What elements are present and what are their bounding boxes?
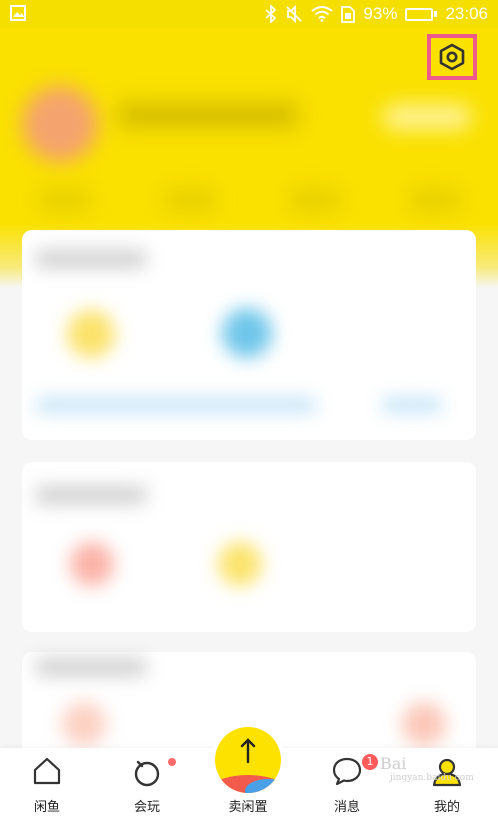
tab-play[interactable]: 会玩 (112, 748, 182, 817)
settings-button[interactable] (427, 34, 477, 80)
tab-profile-label: 我的 (433, 800, 460, 815)
tab-messages-label: 消息 (333, 800, 360, 815)
battery-icon (405, 7, 438, 21)
avatar (22, 86, 98, 162)
status-bar: 93% 23:06 (0, 0, 498, 28)
sell-button[interactable] (215, 727, 281, 793)
wifi-icon (311, 6, 334, 22)
tab-play-label: 会玩 (133, 800, 160, 815)
tab-profile[interactable]: 我的 (412, 748, 482, 817)
sell-plus-icon (237, 737, 259, 769)
clock: 23:06 (445, 4, 488, 23)
battery-percent: 93% (363, 4, 398, 23)
chat-icon (331, 756, 363, 790)
profile-icon (431, 756, 463, 792)
sim-icon (341, 5, 356, 23)
content-card (22, 462, 476, 632)
gallery-notification-icon (10, 5, 26, 26)
blurred-content (0, 200, 498, 762)
header-button-placeholder (382, 104, 472, 130)
home-icon (32, 756, 62, 790)
message-badge: 1 (362, 754, 378, 770)
username-placeholder (118, 102, 298, 128)
notification-dot (168, 758, 176, 766)
tab-sell-label: 卖闲置 (228, 800, 268, 815)
content-card (22, 230, 476, 440)
bluetooth-icon (265, 5, 277, 23)
tab-home[interactable]: 闲鱼 (12, 748, 82, 817)
mute-icon (285, 5, 303, 23)
tab-home-label: 闲鱼 (33, 800, 60, 815)
tab-messages[interactable]: 1 消息 (312, 748, 382, 817)
circle-icon (131, 756, 163, 792)
